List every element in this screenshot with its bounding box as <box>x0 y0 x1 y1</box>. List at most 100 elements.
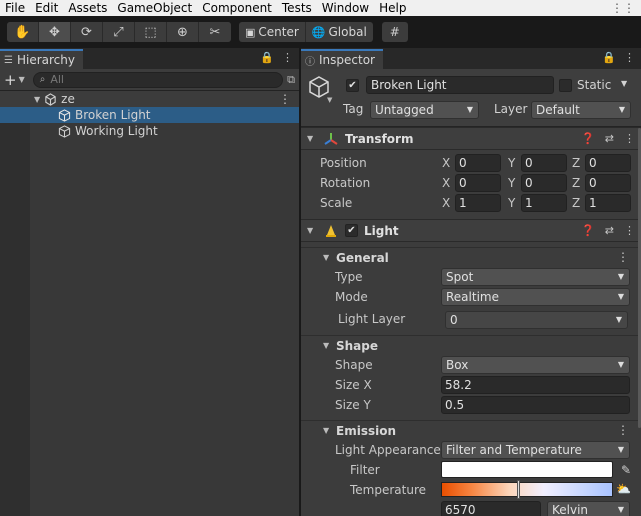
hierarchy-tab[interactable]: ☰ Hierarchy <box>0 49 83 69</box>
kebab-menu-icon[interactable]: ⋮ <box>624 51 635 64</box>
rotate-icon: ⟳ <box>81 24 92 40</box>
light-component-header[interactable]: ▼ ✔ Light ❓ ⇄ ⋮ <box>301 219 641 242</box>
scene-menu-icon[interactable]: ⋮ <box>279 92 291 106</box>
general-section-header[interactable]: ▼ General ⋮ <box>301 247 641 267</box>
light-layer-value: 0 <box>450 313 458 327</box>
temperature-value-row: 6570 Kelvin ▼ <box>301 500 641 516</box>
active-checkbox[interactable]: ✔ <box>346 79 359 92</box>
space-global-button[interactable]: 🌐 Global <box>305 22 373 42</box>
kebab-menu-icon[interactable]: ⋮ <box>624 132 635 145</box>
transform-component-header[interactable]: ▼ Transform ❓ ⇄ ⋮ <box>301 127 641 150</box>
kebab-menu-icon[interactable]: ⋮ <box>617 250 629 264</box>
object-name-input[interactable]: Broken Light <box>366 76 554 94</box>
add-caret-icon[interactable]: ▼ <box>19 75 25 84</box>
add-button[interactable]: + <box>4 71 17 89</box>
position-y-field[interactable]: 0 <box>521 154 567 172</box>
menu-gameobject[interactable]: GameObject <box>112 0 197 16</box>
help-icon[interactable]: ❓ <box>581 132 595 145</box>
hierarchy-search-input[interactable]: ⌕ All <box>32 71 284 88</box>
inspector-tab[interactable]: ⓘ Inspector <box>301 49 383 69</box>
expand-arrow-icon[interactable]: ▼ <box>323 253 329 262</box>
rotation-y-field[interactable]: 0 <box>521 174 567 192</box>
scale-x-field[interactable]: 1 <box>455 194 501 212</box>
light-enabled-checkbox[interactable]: ✔ <box>345 224 358 237</box>
expand-arrow-icon[interactable]: ▼ <box>323 341 329 350</box>
axis-z-label: Z <box>572 176 581 190</box>
hand-tool-button[interactable]: ✋ <box>7 22 39 42</box>
menu-tests[interactable]: Tests <box>277 0 317 16</box>
icon-caret-icon[interactable]: ▼ <box>327 96 332 104</box>
kebab-menu-icon[interactable]: ⋮ <box>624 224 635 237</box>
rect-tool-button[interactable]: ⬚ <box>135 22 167 42</box>
move-tool-button[interactable]: ✥ <box>39 22 71 42</box>
gameobject-icon <box>58 108 71 122</box>
shape-section-header[interactable]: ▼ Shape <box>301 335 641 355</box>
temperature-slider-handle[interactable] <box>517 480 520 499</box>
expand-arrow-icon[interactable]: ▼ <box>307 134 319 143</box>
kebab-menu-icon[interactable]: ⋮ <box>617 423 629 437</box>
custom-tool-button[interactable]: ✂ <box>199 22 231 42</box>
menu-file[interactable]: File <box>0 0 30 16</box>
kebab-menu-icon[interactable]: ⋮ <box>282 51 293 64</box>
transform-tool-button[interactable]: ⊕ <box>167 22 199 42</box>
scale-tool-button[interactable]: ⤢ <box>103 22 135 42</box>
temperature-unit-dropdown[interactable]: Kelvin ▼ <box>547 501 630 516</box>
pivot-center-button[interactable]: ▣ Center <box>239 22 306 42</box>
hierarchy-item-broken-light[interactable]: Broken Light <box>0 107 299 123</box>
temperature-gradient-slider[interactable] <box>441 482 613 497</box>
light-layer-dropdown[interactable]: 0 ▼ <box>445 311 628 329</box>
position-z-field[interactable]: 0 <box>585 154 631 172</box>
hierarchy-item-working-light[interactable]: Working Light <box>0 123 299 139</box>
type-dropdown[interactable]: Spot ▼ <box>441 268 630 286</box>
shape-dropdown[interactable]: Box ▼ <box>441 356 630 374</box>
lock-icon[interactable]: 🔒 <box>602 51 616 64</box>
scene-row[interactable]: ▼ ze ⋮ <box>0 91 299 107</box>
tag-dropdown[interactable]: Untagged ▼ <box>370 101 479 119</box>
size-x-field[interactable]: 58.2 <box>441 376 630 394</box>
chevron-down-icon: ▼ <box>617 292 624 301</box>
expand-arrow-icon[interactable]: ▼ <box>323 426 329 435</box>
size-y-field[interactable]: 0.5 <box>441 396 630 414</box>
expand-arrow-icon[interactable]: ▼ <box>307 226 319 235</box>
hierarchy-panel: ☰ Hierarchy 🔒 ⋮ + ▼ ⌕ All ⧉ ▼ ze ⋮ Broke… <box>0 48 299 516</box>
rotate-tool-button[interactable]: ⟳ <box>71 22 103 42</box>
space-label: Global <box>328 25 367 39</box>
light-appearance-dropdown[interactable]: Filter and Temperature ▼ <box>441 441 630 459</box>
menu-assets[interactable]: Assets <box>63 0 112 16</box>
presets-icon[interactable]: ⇄ <box>605 132 614 145</box>
presets-icon[interactable]: ⇄ <box>605 224 614 237</box>
grid-snap-button[interactable]: # <box>381 22 408 42</box>
gameobject-header: ▼ ✔ Broken Light Static ▼ Tag Untagged ▼… <box>301 69 641 127</box>
layer-dropdown[interactable]: Default ▼ <box>531 101 631 119</box>
axis-z-label: Z <box>572 196 581 210</box>
mode-dropdown[interactable]: Realtime ▼ <box>441 288 630 306</box>
help-icon[interactable]: ❓ <box>581 224 595 237</box>
gameobject-icon <box>58 124 71 138</box>
hierarchy-item-label: Broken Light <box>75 108 151 122</box>
position-x-field[interactable]: 0 <box>455 154 501 172</box>
scale-y-field[interactable]: 1 <box>521 194 567 212</box>
axis-x-label: X <box>442 156 451 170</box>
chevron-down-icon: ▼ <box>615 315 622 324</box>
lock-icon[interactable]: 🔒 <box>260 51 274 64</box>
transform-icon <box>324 132 338 145</box>
filter-label: Filter <box>350 463 380 477</box>
scene-visibility-icon[interactable]: ⧉ <box>287 73 295 87</box>
scale-z-field[interactable]: 1 <box>585 194 631 212</box>
temperature-value-field[interactable]: 6570 <box>441 501 541 516</box>
grid-icon: ⋮⋮ <box>611 1 635 15</box>
menu-component[interactable]: Component <box>197 0 277 16</box>
chevron-down-icon: ▼ <box>617 272 624 281</box>
menu-help[interactable]: Help <box>374 0 411 16</box>
expand-arrow-icon[interactable]: ▼ <box>34 95 40 104</box>
rotation-z-field[interactable]: 0 <box>585 174 631 192</box>
emission-section-header[interactable]: ▼ Emission ⋮ <box>301 420 641 440</box>
menu-edit[interactable]: Edit <box>30 0 63 16</box>
rotation-x-field[interactable]: 0 <box>455 174 501 192</box>
static-checkbox[interactable] <box>559 79 572 92</box>
filter-color-swatch[interactable] <box>441 461 613 478</box>
static-dropdown-icon[interactable]: ▼ <box>621 79 627 88</box>
weather-preset-icon[interactable]: ⛅ <box>616 482 631 496</box>
eyedropper-icon[interactable]: ✎ <box>621 463 631 477</box>
menu-window[interactable]: Window <box>317 0 374 16</box>
